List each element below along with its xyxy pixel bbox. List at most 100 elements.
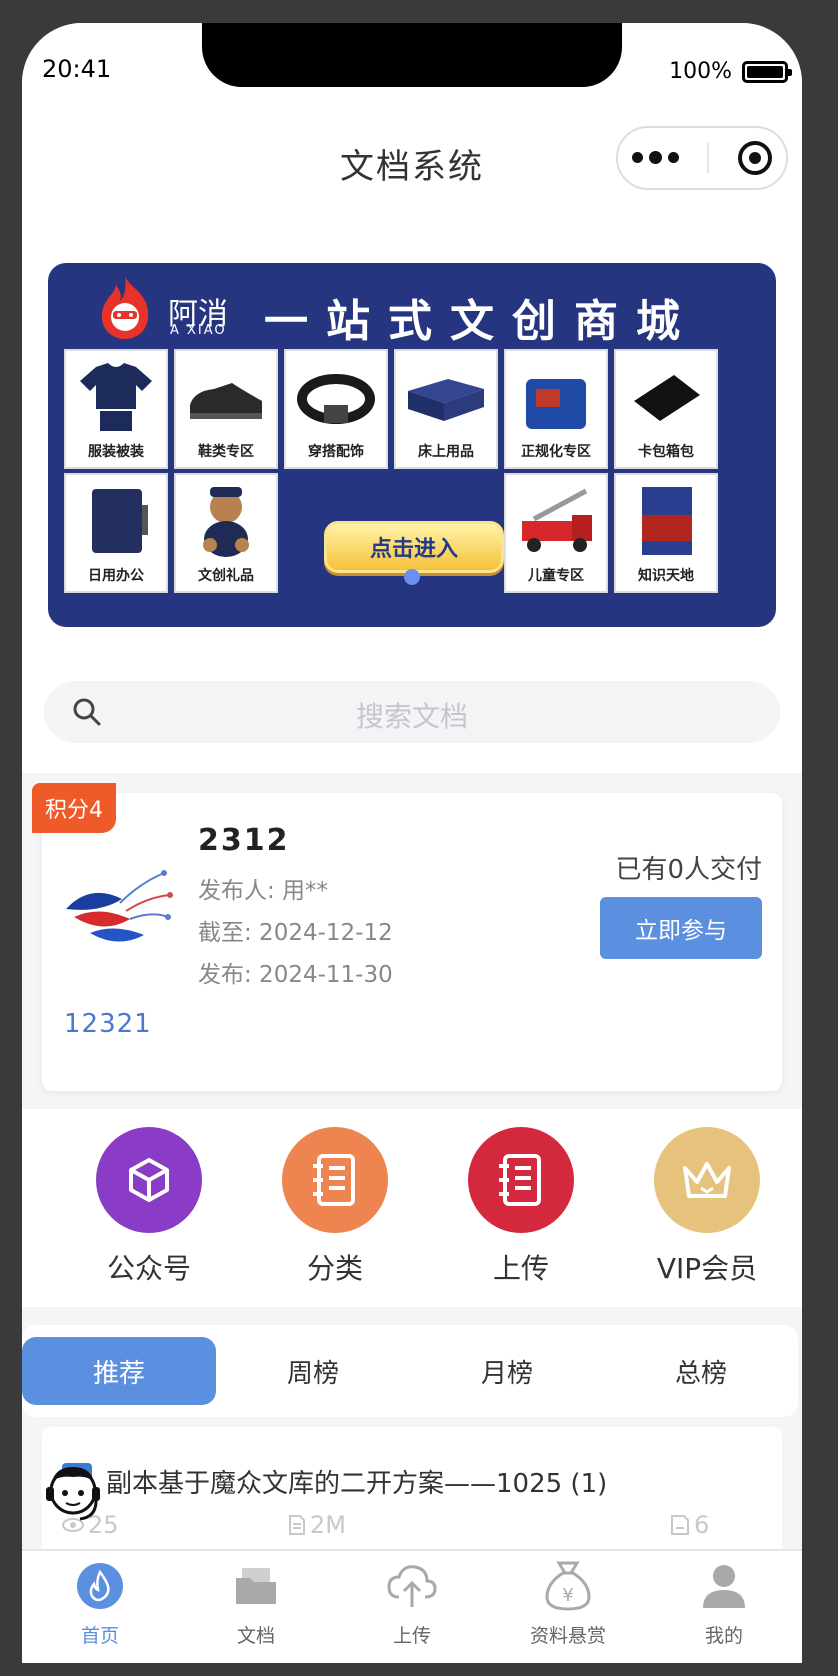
banner-tile[interactable]: 知识天地	[614, 473, 718, 593]
bottom-tab-bar: 首页 文档 上传 ¥ 资料悬赏 我的	[22, 1549, 802, 1663]
tabbar-label: 首页	[80, 1625, 119, 1647]
folder-icon	[229, 1559, 283, 1613]
customer-service-icon[interactable]	[44, 1461, 102, 1531]
brand-name-en: A XIAO	[170, 323, 227, 338]
document-title: 副本基于魔众文库的二开方案——1025 (1)	[106, 1469, 608, 1499]
crown-icon	[654, 1127, 760, 1233]
banner-tile[interactable]: 鞋类专区	[174, 349, 278, 469]
quick-action-category[interactable]: 分类	[260, 1127, 410, 1287]
search-placeholder: 搜索文档	[355, 700, 468, 733]
search-section: 搜索文档	[22, 651, 802, 773]
ranking-tabs: 推荐 周榜 月榜 总榜	[22, 1325, 798, 1417]
notebook-icon	[282, 1127, 388, 1233]
tabbar-label: 我的	[704, 1625, 743, 1647]
notebook-cover-icon	[92, 489, 148, 553]
bounty-logo-icon	[66, 870, 173, 942]
quick-action-vip[interactable]: VIP会员	[632, 1127, 782, 1287]
belt-icon	[297, 374, 375, 424]
svg-text:¥: ¥	[562, 1585, 573, 1606]
bounty-deadline: 截至: 2024-12-12	[198, 920, 393, 946]
cloud-upload-icon	[385, 1559, 439, 1613]
book-icon	[642, 487, 692, 555]
brand-flame-logo	[101, 277, 149, 339]
file-icon	[289, 1515, 305, 1535]
tabbar-label: 文档	[236, 1625, 275, 1647]
bounty-published-date: 发布: 2024-11-30	[198, 962, 393, 988]
capsule-divider	[707, 143, 710, 173]
shoe-icon	[190, 383, 262, 419]
cube-icon	[96, 1127, 202, 1233]
tile-label: 卡包箱包	[638, 444, 694, 460]
tile-label: 知识天地	[638, 568, 694, 584]
home-flame-icon	[73, 1559, 127, 1613]
points-badge: 积分4	[32, 783, 116, 833]
bounty-card[interactable]: 2312 发布人: 用** 截至: 2024-12-12 发布: 2024-11…	[42, 793, 782, 1091]
document-pages: 6	[670, 1511, 709, 1539]
page-count: 6	[694, 1511, 710, 1539]
user-icon	[697, 1559, 751, 1613]
bounty-title: 2312	[198, 823, 290, 858]
tile-label: 正规化专区	[521, 444, 591, 460]
banner-tile[interactable]: 正规化专区	[504, 349, 608, 469]
tab-weekly[interactable]: 周榜	[216, 1337, 410, 1405]
close-target-icon[interactable]	[737, 141, 772, 175]
tshirt-icon	[80, 363, 152, 431]
tile-label: 穿搭配饰	[308, 444, 364, 460]
enter-mall-button[interactable]: 点击进入	[324, 521, 504, 573]
teddy-bear-icon	[203, 487, 249, 557]
banner-tile[interactable]: 穿搭配饰	[284, 349, 388, 469]
notebook-icon	[468, 1127, 574, 1233]
carousel-indicator[interactable]	[404, 569, 420, 585]
quick-action-upload[interactable]: 上传	[446, 1127, 596, 1287]
tile-label: 服装被装	[88, 444, 144, 460]
quick-action-label: 分类	[306, 1252, 363, 1285]
quick-action-label: 公众号	[106, 1252, 191, 1285]
quick-actions: 公众号 分类 上传 VIP会员	[22, 1109, 802, 1307]
battery-icon	[742, 60, 792, 83]
join-button[interactable]: 立即参与	[600, 897, 762, 959]
quick-action-label: 上传	[492, 1252, 549, 1285]
tile-label: 日用办公	[88, 568, 144, 584]
banner-tile[interactable]: 卡包箱包	[614, 349, 718, 469]
tabbar-home[interactable]: 首页	[22, 1559, 178, 1648]
document-size: 2M	[288, 1511, 346, 1539]
banner-tile[interactable]: 日用办公	[64, 473, 168, 593]
bedding-icon	[408, 379, 484, 421]
quick-action-official-account[interactable]: 公众号	[74, 1127, 224, 1287]
banner-tile[interactable]: 服装被装	[64, 349, 168, 469]
mini-program-capsule	[616, 126, 788, 190]
quick-action-label: VIP会员	[656, 1252, 758, 1285]
status-time: 20:41	[42, 55, 112, 83]
search-input[interactable]: 搜索文档	[44, 681, 780, 743]
battery-percent: 100%	[669, 59, 732, 84]
tile-label: 儿童专区	[528, 568, 584, 584]
pages-icon	[671, 1515, 689, 1535]
wallet-icon	[634, 375, 700, 421]
banner-tile[interactable]: 儿童专区	[504, 473, 608, 593]
bounty-paid-count: 已有0人交付	[615, 855, 762, 885]
banner-tile[interactable]: 文创礼品	[174, 473, 278, 593]
status-battery-area: 100%	[669, 59, 792, 84]
tabbar-profile[interactable]: 我的	[646, 1559, 802, 1648]
tabbar-documents[interactable]: 文档	[178, 1559, 334, 1648]
tabbar-bounty[interactable]: ¥ 资料悬赏	[490, 1559, 646, 1648]
tab-recommended[interactable]: 推荐	[22, 1337, 216, 1405]
tabbar-upload[interactable]: 上传	[334, 1559, 490, 1648]
banner-tile[interactable]: 床上用品	[394, 349, 498, 469]
tile-label: 床上用品	[418, 444, 474, 460]
money-bag-icon: ¥	[541, 1559, 595, 1613]
top-navigation-bar: 20:41 100% 文档系统	[22, 23, 802, 233]
toy-truck-icon	[522, 488, 592, 552]
tab-overall[interactable]: 总榜	[604, 1337, 798, 1405]
bounty-publisher: 发布人: 用**	[198, 878, 329, 904]
device-notch	[202, 23, 622, 87]
bounty-code: 12321	[64, 1009, 152, 1039]
banner-section: 阿消 A XIAO 一站式文创商城 服装被装 鞋类专区 穿搭配饰 床上用品 正规…	[22, 233, 802, 653]
banner-headline: 一站式文创商城	[264, 296, 698, 347]
more-icon[interactable]	[632, 151, 680, 164]
tab-monthly[interactable]: 月榜	[410, 1337, 604, 1405]
promo-banner[interactable]: 阿消 A XIAO 一站式文创商城 服装被装 鞋类专区 穿搭配饰 床上用品 正规…	[48, 263, 776, 627]
tile-label: 鞋类专区	[198, 444, 254, 460]
tabbar-label: 资料悬赏	[529, 1625, 606, 1647]
tile-label: 文创礼品	[198, 568, 254, 584]
